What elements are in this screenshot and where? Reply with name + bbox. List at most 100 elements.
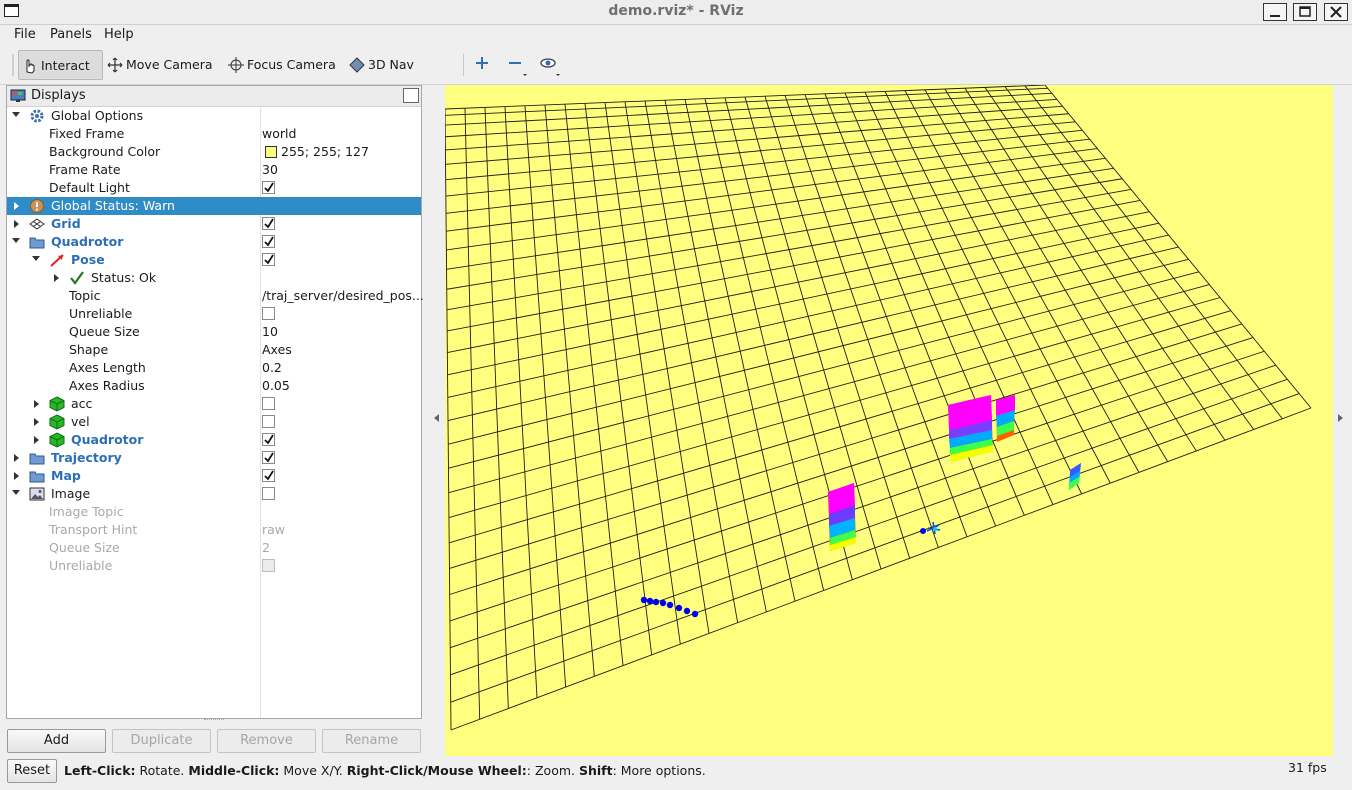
collapse-right-panel-icon[interactable]: [1338, 414, 1343, 422]
tree-label: Quadrotor: [51, 234, 124, 249]
minus-icon[interactable]: [507, 55, 529, 77]
vel-checkbox[interactable]: [262, 415, 275, 428]
expand-arrow-icon[interactable]: [34, 418, 39, 426]
menu-file[interactable]: File: [14, 27, 36, 42]
transport-hint-value[interactable]: raw: [262, 522, 285, 537]
tree-label: Image: [51, 486, 91, 501]
reset-view-button[interactable]: Reset: [7, 759, 57, 783]
acc-checkbox[interactable]: [262, 397, 275, 410]
tree-row-quadrotor[interactable]: Quadrotor: [7, 233, 421, 251]
expand-arrow-icon[interactable]: [34, 400, 39, 408]
scene-render[interactable]: [445, 85, 1333, 756]
tree-row-fixed-frame[interactable]: Fixed Frame world: [7, 125, 421, 143]
image-queue-size-value[interactable]: 2: [262, 540, 270, 555]
marker-cube-icon: [49, 414, 65, 430]
topic-value[interactable]: /traj_server/desired_pos...: [262, 288, 424, 303]
map-checkbox[interactable]: [262, 469, 275, 482]
tree-row-image-queue-size[interactable]: Queue Size 2: [7, 539, 421, 557]
close-button[interactable]: [1324, 3, 1348, 21]
tree-row-status-ok[interactable]: Status: Ok: [7, 269, 421, 287]
tree-row-global-status[interactable]: Global Status: Warn: [7, 197, 421, 215]
tree-row-shape[interactable]: Shape Axes: [7, 341, 421, 359]
background-color-value[interactable]: 255; 255; 127: [281, 144, 369, 159]
rename-display-button[interactable]: Rename: [322, 729, 421, 753]
pose-arrow-icon: [50, 254, 64, 267]
remove-display-button[interactable]: Remove: [217, 729, 316, 753]
add-display-button[interactable]: Add: [7, 729, 106, 753]
menu-panels[interactable]: Panels: [50, 27, 92, 42]
tree-row-image[interactable]: Image: [7, 485, 421, 503]
help-key: Middle-Click:: [188, 763, 280, 778]
undock-button[interactable]: [403, 88, 419, 103]
expand-arrow-icon[interactable]: [14, 202, 19, 210]
duplicate-display-button[interactable]: Duplicate: [112, 729, 211, 753]
focus-camera-button[interactable]: Focus Camera: [225, 50, 337, 80]
tree-row-axes-radius[interactable]: Axes Radius 0.05: [7, 377, 421, 395]
help-desc: : More options.: [612, 763, 706, 778]
nav-goal-button[interactable]: 3D Nav Goal: [346, 50, 446, 102]
panel-resize-handle[interactable]: [204, 719, 224, 724]
folder-icon: [29, 471, 45, 483]
menu-help[interactable]: Help: [104, 27, 134, 42]
tree-row-topic[interactable]: Topic /traj_server/desired_pos...: [7, 287, 424, 305]
quadrotor-checkbox[interactable]: [262, 235, 275, 248]
image-unreliable-checkbox[interactable]: [262, 559, 275, 572]
hand-pointer-icon: [26, 59, 35, 74]
axes-length-value[interactable]: 0.2: [262, 360, 282, 375]
collapse-left-panel-icon[interactable]: [434, 414, 439, 422]
move-camera-button[interactable]: Move Camera: [104, 50, 214, 80]
collapse-arrow-icon[interactable]: [12, 112, 20, 117]
trajectory-checkbox[interactable]: [262, 451, 275, 464]
tree-row-acc[interactable]: acc: [7, 395, 421, 413]
unreliable-checkbox[interactable]: [262, 307, 275, 320]
grid-line: [445, 108, 452, 731]
tree-row-map[interactable]: Map: [7, 467, 421, 485]
expand-arrow-icon[interactable]: [34, 436, 39, 444]
maximize-button[interactable]: [1293, 3, 1317, 21]
3d-viewport[interactable]: [445, 85, 1333, 756]
grid-line: [964, 87, 1197, 452]
tree-row-background-color[interactable]: Background Color 255; 255; 127: [7, 143, 421, 161]
tree-row-vel[interactable]: vel: [7, 413, 421, 431]
tree-row-axes-length[interactable]: Axes Length 0.2: [7, 359, 421, 377]
tree-row-global-options[interactable]: Global Options: [7, 107, 421, 125]
collapse-arrow-icon[interactable]: [12, 490, 20, 495]
eye-icon[interactable]: [539, 55, 565, 77]
expand-arrow-icon[interactable]: [14, 220, 19, 228]
fixed-frame-value[interactable]: world: [262, 126, 296, 141]
tree-row-queue-size[interactable]: Queue Size 10: [7, 323, 421, 341]
grid: [445, 85, 1312, 731]
tree-label: Pose: [71, 252, 105, 267]
tree-row-default-light[interactable]: Default Light: [7, 179, 421, 197]
interact-label: Interact: [41, 58, 90, 73]
tree-row-quadrotor-marker[interactable]: Quadrotor: [7, 431, 421, 449]
expand-arrow-icon[interactable]: [14, 454, 19, 462]
expand-arrow-icon[interactable]: [54, 274, 59, 282]
frame-rate-value[interactable]: 30: [262, 162, 278, 177]
interact-tool-button[interactable]: Interact: [18, 50, 103, 80]
help-key: Left-Click:: [64, 763, 136, 778]
color-swatch[interactable]: [265, 146, 277, 158]
tree-row-image-unreliable[interactable]: Unreliable: [7, 557, 421, 575]
minimize-button[interactable]: [1263, 3, 1287, 21]
expand-arrow-icon[interactable]: [14, 472, 19, 480]
tree-row-image-topic[interactable]: Image Topic: [7, 503, 421, 521]
collapse-arrow-icon[interactable]: [32, 256, 40, 261]
default-light-checkbox[interactable]: [262, 181, 275, 194]
grid-checkbox[interactable]: [262, 217, 275, 230]
axes-radius-value[interactable]: 0.05: [262, 378, 290, 393]
shape-value[interactable]: Axes: [262, 342, 292, 357]
quadrotor-marker-checkbox[interactable]: [262, 433, 275, 446]
tree-row-pose[interactable]: Pose: [7, 251, 421, 269]
tree-row-grid[interactable]: Grid: [7, 215, 421, 233]
tree-row-transport-hint[interactable]: Transport Hint raw: [7, 521, 421, 539]
image-checkbox[interactable]: [262, 487, 275, 500]
tree-row-frame-rate[interactable]: Frame Rate 30: [7, 161, 421, 179]
pose-checkbox[interactable]: [262, 253, 275, 266]
collapse-arrow-icon[interactable]: [12, 238, 20, 243]
tree-row-unreliable[interactable]: Unreliable: [7, 305, 421, 323]
toolbar: Interact Move Camera Focus Camera 3D Nav…: [0, 46, 1352, 102]
plus-icon[interactable]: [474, 55, 490, 71]
tree-row-trajectory[interactable]: Trajectory: [7, 449, 421, 467]
queue-size-value[interactable]: 10: [262, 324, 278, 339]
